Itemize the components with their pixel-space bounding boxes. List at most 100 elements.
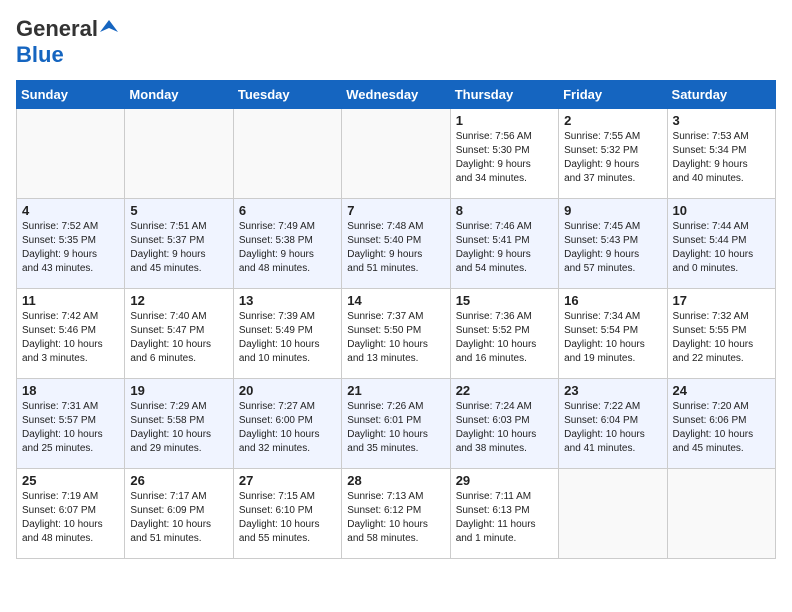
calendar-cell: 3 Sunrise: 7:53 AM Sunset: 5:34 PM Daylig… xyxy=(667,109,775,199)
day-number: 13 xyxy=(239,293,336,308)
day-info: Sunrise: 7:49 AM Sunset: 5:38 PM Dayligh… xyxy=(239,220,336,276)
day-number: 16 xyxy=(564,293,661,308)
calendar-cell: 8 Sunrise: 7:46 AM Sunset: 5:41 PM Daylig… xyxy=(450,199,558,289)
calendar-cell: 19 Sunrise: 7:29 AM Sunset: 5:58 PM Dayli… xyxy=(125,379,233,469)
day-number: 20 xyxy=(239,383,336,398)
calendar-cell: 24Sunrise: 7:20 AM Sunset: 6:06 PM Dayli… xyxy=(667,379,775,469)
day-info: Sunrise: 7:42 AM Sunset: 5:46 PM Dayligh… xyxy=(22,310,119,366)
calendar-cell: 14 Sunrise: 7:37 AM Sunset: 5:50 PM Dayli… xyxy=(342,289,450,379)
day-info: Sunrise: 7:17 AM Sunset: 6:09 PM Dayligh… xyxy=(130,490,227,546)
day-info: Sunrise: 7:53 AM Sunset: 5:34 PM Dayligh… xyxy=(673,130,770,186)
day-info: Sunrise: 7:56 AM Sunset: 5:30 PM Dayligh… xyxy=(456,130,553,186)
day-info: Sunrise: 7:26 AM Sunset: 6:01 PM Dayligh… xyxy=(347,400,444,456)
day-info: Sunrise: 7:39 AM Sunset: 5:49 PM Dayligh… xyxy=(239,310,336,366)
day-number: 2 xyxy=(564,113,661,128)
day-number: 14 xyxy=(347,293,444,308)
calendar-cell: 23Sunrise: 7:22 AM Sunset: 6:04 PM Dayli… xyxy=(559,379,667,469)
day-number: 11 xyxy=(22,293,119,308)
day-number: 1 xyxy=(456,113,553,128)
calendar-cell xyxy=(559,469,667,559)
day-number: 22 xyxy=(456,383,553,398)
calendar-cell: 7 Sunrise: 7:48 AM Sunset: 5:40 PM Daylig… xyxy=(342,199,450,289)
day-number: 8 xyxy=(456,203,553,218)
day-number: 3 xyxy=(673,113,770,128)
day-info: Sunrise: 7:46 AM Sunset: 5:41 PM Dayligh… xyxy=(456,220,553,276)
day-info: Sunrise: 7:45 AM Sunset: 5:43 PM Dayligh… xyxy=(564,220,661,276)
week-row-5: 25Sunrise: 7:19 AM Sunset: 6:07 PM Dayli… xyxy=(17,469,776,559)
day-number: 5 xyxy=(130,203,227,218)
calendar-cell: 25Sunrise: 7:19 AM Sunset: 6:07 PM Dayli… xyxy=(17,469,125,559)
day-header-friday: Friday xyxy=(559,81,667,109)
day-info: Sunrise: 7:34 AM Sunset: 5:54 PM Dayligh… xyxy=(564,310,661,366)
day-info: Sunrise: 7:44 AM Sunset: 5:44 PM Dayligh… xyxy=(673,220,770,276)
day-info: Sunrise: 7:52 AM Sunset: 5:35 PM Dayligh… xyxy=(22,220,119,276)
calendar-cell: 28 Sunrise: 7:13 AM Sunset: 6:12 PM Dayli… xyxy=(342,469,450,559)
calendar-cell xyxy=(17,109,125,199)
day-header-tuesday: Tuesday xyxy=(233,81,341,109)
calendar-cell: 10 Sunrise: 7:44 AM Sunset: 5:44 PM Dayli… xyxy=(667,199,775,289)
day-info: Sunrise: 7:19 AM Sunset: 6:07 PM Dayligh… xyxy=(22,490,119,546)
day-info: Sunrise: 7:22 AM Sunset: 6:04 PM Dayligh… xyxy=(564,400,661,456)
calendar-cell xyxy=(233,109,341,199)
day-number: 29 xyxy=(456,473,553,488)
day-info: Sunrise: 7:31 AM Sunset: 5:57 PM Dayligh… xyxy=(22,400,119,456)
day-number: 6 xyxy=(239,203,336,218)
day-info: Sunrise: 7:51 AM Sunset: 5:37 PM Dayligh… xyxy=(130,220,227,276)
day-info: Sunrise: 7:37 AM Sunset: 5:50 PM Dayligh… xyxy=(347,310,444,366)
calendar-cell: 15 Sunrise: 7:36 AM Sunset: 5:52 PM Dayli… xyxy=(450,289,558,379)
day-info: Sunrise: 7:13 AM Sunset: 6:12 PM Dayligh… xyxy=(347,490,444,546)
day-number: 10 xyxy=(673,203,770,218)
calendar-cell: 16 Sunrise: 7:34 AM Sunset: 5:54 PM Dayli… xyxy=(559,289,667,379)
day-header-wednesday: Wednesday xyxy=(342,81,450,109)
calendar-cell xyxy=(342,109,450,199)
page-header: General Blue xyxy=(16,16,776,68)
calendar-cell: 26 Sunrise: 7:17 AM Sunset: 6:09 PM Dayli… xyxy=(125,469,233,559)
calendar-cell: 17Sunrise: 7:32 AM Sunset: 5:55 PM Dayli… xyxy=(667,289,775,379)
day-number: 4 xyxy=(22,203,119,218)
day-number: 9 xyxy=(564,203,661,218)
day-header-thursday: Thursday xyxy=(450,81,558,109)
calendar-cell: 20 Sunrise: 7:27 AM Sunset: 6:00 PM Dayli… xyxy=(233,379,341,469)
day-number: 26 xyxy=(130,473,227,488)
calendar-cell: 22 Sunrise: 7:24 AM Sunset: 6:03 PM Dayli… xyxy=(450,379,558,469)
day-info: Sunrise: 7:48 AM Sunset: 5:40 PM Dayligh… xyxy=(347,220,444,276)
calendar-cell: 13 Sunrise: 7:39 AM Sunset: 5:49 PM Dayli… xyxy=(233,289,341,379)
week-row-1: 1 Sunrise: 7:56 AM Sunset: 5:30 PM Daylig… xyxy=(17,109,776,199)
week-row-3: 11 Sunrise: 7:42 AM Sunset: 5:46 PM Dayli… xyxy=(17,289,776,379)
day-info: Sunrise: 7:32 AM Sunset: 5:55 PM Dayligh… xyxy=(673,310,770,366)
day-number: 18 xyxy=(22,383,119,398)
calendar-cell: 27Sunrise: 7:15 AM Sunset: 6:10 PM Dayli… xyxy=(233,469,341,559)
calendar-cell xyxy=(667,469,775,559)
calendar-cell: 11 Sunrise: 7:42 AM Sunset: 5:46 PM Dayli… xyxy=(17,289,125,379)
day-info: Sunrise: 7:29 AM Sunset: 5:58 PM Dayligh… xyxy=(130,400,227,456)
calendar-cell: 18 Sunrise: 7:31 AM Sunset: 5:57 PM Dayli… xyxy=(17,379,125,469)
logo: General Blue xyxy=(16,16,118,68)
day-header-saturday: Saturday xyxy=(667,81,775,109)
calendar-cell: 21 Sunrise: 7:26 AM Sunset: 6:01 PM Dayli… xyxy=(342,379,450,469)
day-number: 27 xyxy=(239,473,336,488)
logo-bird-icon xyxy=(100,18,118,36)
day-info: Sunrise: 7:40 AM Sunset: 5:47 PM Dayligh… xyxy=(130,310,227,366)
day-info: Sunrise: 7:24 AM Sunset: 6:03 PM Dayligh… xyxy=(456,400,553,456)
calendar-cell: 4 Sunrise: 7:52 AM Sunset: 5:35 PM Daylig… xyxy=(17,199,125,289)
calendar-cell xyxy=(125,109,233,199)
calendar-cell: 12 Sunrise: 7:40 AM Sunset: 5:47 PM Dayli… xyxy=(125,289,233,379)
logo-blue: Blue xyxy=(16,42,64,67)
calendar-cell: 5 Sunrise: 7:51 AM Sunset: 5:37 PM Daylig… xyxy=(125,199,233,289)
day-number: 7 xyxy=(347,203,444,218)
day-number: 28 xyxy=(347,473,444,488)
calendar-header-row: SundayMondayTuesdayWednesdayThursdayFrid… xyxy=(17,81,776,109)
day-number: 24 xyxy=(673,383,770,398)
day-info: Sunrise: 7:55 AM Sunset: 5:32 PM Dayligh… xyxy=(564,130,661,186)
day-header-sunday: Sunday xyxy=(17,81,125,109)
calendar-table: SundayMondayTuesdayWednesdayThursdayFrid… xyxy=(16,80,776,559)
day-number: 21 xyxy=(347,383,444,398)
day-info: Sunrise: 7:27 AM Sunset: 6:00 PM Dayligh… xyxy=(239,400,336,456)
calendar-cell: 6 Sunrise: 7:49 AM Sunset: 5:38 PM Daylig… xyxy=(233,199,341,289)
day-number: 12 xyxy=(130,293,227,308)
calendar-cell: 9 Sunrise: 7:45 AM Sunset: 5:43 PM Daylig… xyxy=(559,199,667,289)
week-row-2: 4 Sunrise: 7:52 AM Sunset: 5:35 PM Daylig… xyxy=(17,199,776,289)
day-number: 19 xyxy=(130,383,227,398)
day-info: Sunrise: 7:36 AM Sunset: 5:52 PM Dayligh… xyxy=(456,310,553,366)
day-number: 15 xyxy=(456,293,553,308)
